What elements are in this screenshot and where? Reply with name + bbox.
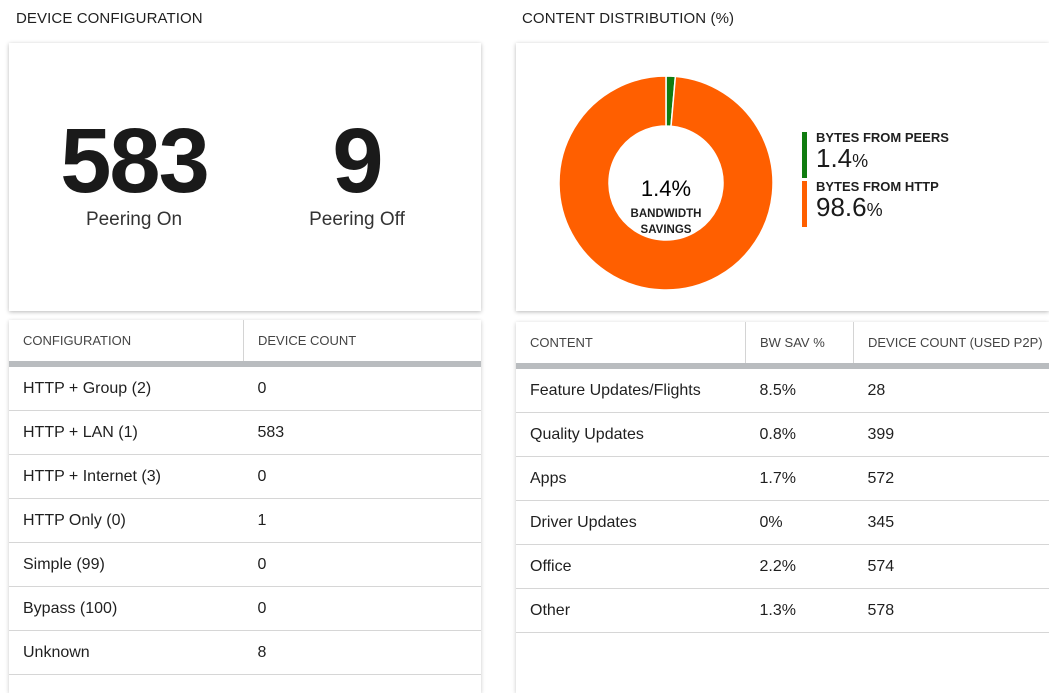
content-cell: Apps: [516, 456, 746, 501]
bw-sav-cell: 0.8%: [745, 412, 854, 457]
table-row[interactable]: HTTP + Internet (3) 0: [9, 454, 481, 499]
configuration-cell: Simple (99): [9, 542, 244, 587]
device-count-p2p-cell: 574: [853, 544, 1049, 589]
configuration-cell: HTTP + Group (2): [9, 364, 244, 411]
configuration-table-card: CONFIGURATION DEVICE COUNT HTTP + Group …: [9, 320, 481, 693]
table-row[interactable]: Simple (99) 0: [9, 542, 481, 587]
device-count-p2p-cell: 28: [853, 366, 1049, 413]
configuration-table: CONFIGURATION DEVICE COUNT HTTP + Group …: [9, 320, 481, 675]
content-cell: Other: [516, 588, 746, 633]
configuration-cell: Unknown: [9, 630, 244, 675]
table-row[interactable]: Bypass (100) 0: [9, 586, 481, 631]
content-table: CONTENT BW SAV % DEVICE COUNT (USED P2P)…: [516, 322, 1049, 633]
table-row[interactable]: HTTP + LAN (1) 583: [9, 410, 481, 455]
content-cell: Feature Updates/Flights: [516, 366, 746, 413]
configuration-cell: HTTP + LAN (1): [9, 410, 244, 455]
peering-on-kpi: 583 Peering On: [59, 110, 210, 231]
device-count-cell: 0: [243, 364, 481, 411]
legend-bytes-from-http: BYTES FROM HTTP 98.6%: [802, 179, 939, 227]
device-count-p2p-cell: 399: [853, 412, 1049, 457]
device-configuration-title: DEVICE CONFIGURATION: [16, 10, 203, 27]
donut-center-label-2: SAVINGS: [641, 224, 692, 236]
device-count-cell: 1: [243, 498, 481, 543]
configuration-cell: Bypass (100): [9, 586, 244, 631]
content-distribution-card: 1.4% BANDWIDTH SAVINGS BYTES FROM PEERS …: [516, 43, 1049, 311]
device-count-p2p-cell: 345: [853, 500, 1049, 545]
bw-sav-cell: 8.5%: [745, 366, 854, 413]
legend-http-value: 98.6%: [816, 192, 883, 222]
table-row[interactable]: Other 1.3% 578: [516, 588, 1049, 633]
table-row[interactable]: Feature Updates/Flights 8.5% 28: [516, 366, 1049, 413]
content-cell: Office: [516, 544, 746, 589]
table-header-row: CONFIGURATION DEVICE COUNT: [9, 320, 481, 367]
peering-off-label: Peering Off: [309, 209, 405, 230]
table-row[interactable]: Unknown 8: [9, 630, 481, 675]
donut-center-value: 1.4%: [641, 176, 691, 201]
content-distribution-title: CONTENT DISTRIBUTION (%): [522, 10, 735, 27]
bw-sav-cell: 1.7%: [745, 456, 854, 501]
device-count-p2p-cell: 572: [853, 456, 1049, 501]
bw-sav-cell: 0%: [745, 500, 854, 545]
donut-chart: 1.4% BANDWIDTH SAVINGS: [558, 75, 774, 291]
table-row[interactable]: Apps 1.7% 572: [516, 456, 1049, 501]
column-header-content[interactable]: CONTENT: [516, 322, 746, 369]
bw-sav-cell: 2.2%: [745, 544, 854, 589]
peering-off-value: 9: [332, 110, 383, 212]
peering-off-kpi: 9 Peering Off: [287, 115, 427, 231]
table-header-row: CONTENT BW SAV % DEVICE COUNT (USED P2P): [516, 322, 1049, 369]
column-header-configuration[interactable]: CONFIGURATION: [9, 320, 244, 367]
bw-sav-cell: 1.3%: [745, 588, 854, 633]
device-count-p2p-cell: 578: [853, 588, 1049, 633]
content-table-card: CONTENT BW SAV % DEVICE COUNT (USED P2P)…: [516, 322, 1049, 693]
device-count-cell: 583: [243, 410, 481, 455]
peering-summary-card: 583 Peering On 9 Peering Off: [9, 43, 481, 311]
device-count-cell: 0: [243, 586, 481, 631]
legend-peers-value: 1.4%: [816, 143, 869, 173]
table-row[interactable]: Office 2.2% 574: [516, 544, 1049, 589]
column-header-device-count-p2p[interactable]: DEVICE COUNT (USED P2P): [853, 322, 1049, 369]
column-header-device-count[interactable]: DEVICE COUNT: [243, 320, 481, 367]
device-count-cell: 8: [243, 630, 481, 675]
peering-on-label: Peering On: [85, 209, 183, 230]
table-row[interactable]: HTTP + Group (2) 0: [9, 364, 481, 411]
device-count-cell: 0: [243, 542, 481, 587]
device-count-cell: 0: [243, 454, 481, 499]
content-cell: Quality Updates: [516, 412, 746, 457]
legend-http-color: [802, 181, 807, 227]
column-header-bw-sav[interactable]: BW SAV %: [745, 322, 854, 369]
peering-on-value: 583: [60, 110, 210, 212]
table-row[interactable]: Driver Updates 0% 345: [516, 500, 1049, 545]
configuration-cell: HTTP + Internet (3): [9, 454, 244, 499]
legend-bytes-from-peers: BYTES FROM PEERS 1.4%: [802, 130, 949, 178]
donut-center-label-1: BANDWIDTH: [631, 208, 702, 220]
table-row[interactable]: Quality Updates 0.8% 399: [516, 412, 1049, 457]
legend-peers-color: [802, 132, 807, 178]
content-cell: Driver Updates: [516, 500, 746, 545]
configuration-cell: HTTP Only (0): [9, 498, 244, 543]
table-row[interactable]: HTTP Only (0) 1: [9, 498, 481, 543]
